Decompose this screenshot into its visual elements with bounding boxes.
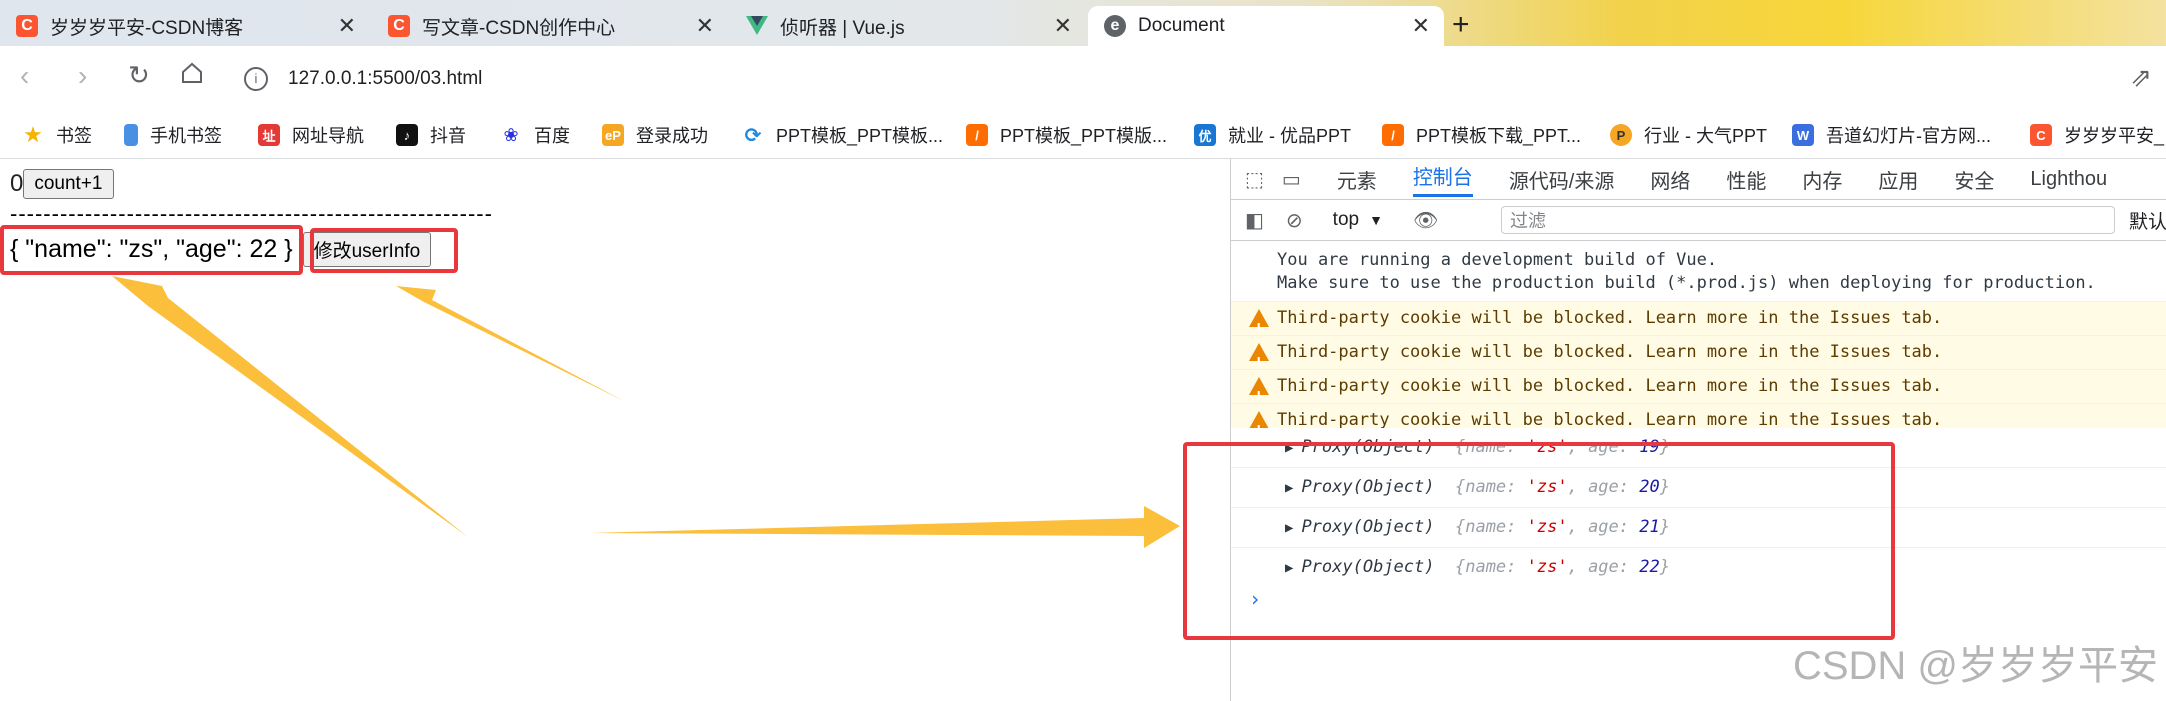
annotation-arrows (112, 276, 1180, 548)
watermark: CSDN @岁岁岁平安 (1792, 644, 2158, 688)
arrow-to-button (396, 286, 626, 402)
arrow-to-userinfo (112, 276, 468, 537)
arrow-to-console (590, 506, 1180, 548)
